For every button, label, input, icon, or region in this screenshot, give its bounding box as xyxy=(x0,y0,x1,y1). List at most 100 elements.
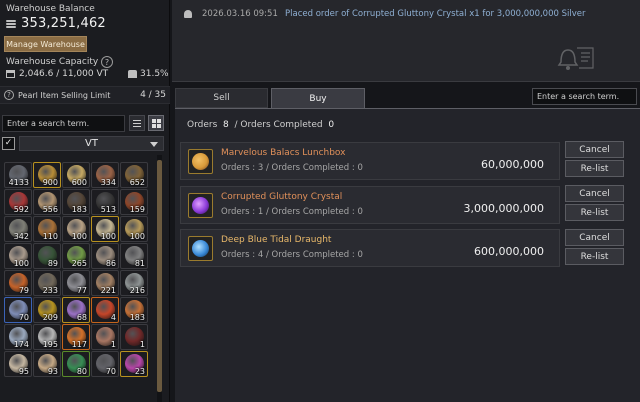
sort-dropdown[interactable]: VT xyxy=(19,135,164,151)
central-market-window: Warehouse Balance 353,251,462 Manage War… xyxy=(0,0,640,402)
item-count: 592 xyxy=(13,205,29,214)
inventory-slot[interactable]: 93 xyxy=(33,351,61,377)
inventory-slot[interactable]: 70 xyxy=(4,297,32,323)
lunchbox-icon xyxy=(192,153,209,170)
inventory-slot[interactable]: 334 xyxy=(91,162,119,188)
inventory-slot[interactable]: 4133 xyxy=(4,162,32,188)
item-count: 70 xyxy=(18,313,29,322)
order-item-name: Deep Blue Tidal Draught xyxy=(221,235,332,245)
order-row[interactable]: Corrupted Gluttony Crystal Orders : 1 / … xyxy=(180,186,560,224)
relist-button[interactable]: Re-list xyxy=(565,204,624,221)
item-count: 4133 xyxy=(8,178,29,187)
help-icon[interactable]: ? xyxy=(101,56,113,68)
order-price: 600,000,000 xyxy=(474,245,544,258)
inventory-slot[interactable]: 556 xyxy=(33,189,61,215)
warehouse-balance-label: Warehouse Balance xyxy=(6,4,95,14)
inventory-slot[interactable]: 86 xyxy=(91,243,119,269)
inventory-slot[interactable]: 23 xyxy=(120,351,148,377)
inventory-slot[interactable]: 110 xyxy=(33,216,61,242)
item-icon xyxy=(188,236,213,261)
inventory-slot[interactable]: 77 xyxy=(62,270,90,296)
item-icon xyxy=(188,149,213,174)
item-count: 70 xyxy=(105,367,116,376)
order-row[interactable]: Deep Blue Tidal Draught Orders : 4 / Ord… xyxy=(180,229,560,267)
item-count: 81 xyxy=(134,259,145,268)
notification-message: Placed order of Corrupted Gluttony Cryst… xyxy=(285,9,586,19)
inventory-slot[interactable]: 100 xyxy=(4,243,32,269)
inventory-scrollbar-thumb[interactable] xyxy=(157,160,162,392)
inventory-slot[interactable]: 79 xyxy=(4,270,32,296)
inventory-slot[interactable]: 1 xyxy=(120,324,148,350)
relist-button[interactable]: Re-list xyxy=(565,160,624,177)
inventory-slot[interactable]: 70 xyxy=(91,351,119,377)
inventory-slot[interactable]: 1 xyxy=(91,324,119,350)
inventory-slot[interactable]: 652 xyxy=(120,162,148,188)
pearl-limit-value: 4 / 35 xyxy=(140,90,166,100)
order-search-input[interactable]: Enter a search term. xyxy=(532,88,637,105)
inventory-slot[interactable]: 4 xyxy=(91,297,119,323)
item-search-input[interactable]: Enter a search term. xyxy=(2,115,125,132)
cancel-button[interactable]: Cancel xyxy=(565,229,624,246)
inventory-slot[interactable]: 159 xyxy=(120,189,148,215)
inventory-slot[interactable]: 174 xyxy=(4,324,32,350)
orders-completed-label: / Orders Completed xyxy=(234,120,323,130)
help-icon[interactable]: ? xyxy=(4,90,14,100)
inventory-slot[interactable]: 80 xyxy=(62,351,90,377)
cancel-button[interactable]: Cancel xyxy=(565,141,624,158)
notification-time: 2026.03.16 09:51 xyxy=(202,9,278,19)
item-count: 100 xyxy=(129,232,145,241)
sort-dropdown-value: VT xyxy=(85,137,98,149)
order-item-name: Marvelous Balacs Lunchbox xyxy=(221,148,346,158)
inventory-slot[interactable]: 209 xyxy=(33,297,61,323)
item-count: 195 xyxy=(42,340,58,349)
inventory-slot[interactable]: 195 xyxy=(33,324,61,350)
warehouse-capacity-value: 2,046.6 / 11,000 VT xyxy=(19,69,109,79)
manage-warehouse-button[interactable]: Manage Warehouse xyxy=(4,36,87,52)
inventory-slot[interactable]: 513 xyxy=(91,189,119,215)
grid-view-icon[interactable] xyxy=(148,115,164,131)
inventory-slot[interactable]: 900 xyxy=(33,162,61,188)
weight-percent: 31.5% xyxy=(140,69,169,79)
inventory-slot[interactable]: 68 xyxy=(62,297,90,323)
inventory-slot[interactable]: 81 xyxy=(120,243,148,269)
item-count: 68 xyxy=(76,313,87,322)
inventory-slot[interactable]: 221 xyxy=(91,270,119,296)
item-count: 93 xyxy=(47,367,58,376)
order-price: 3,000,000,000 xyxy=(463,202,544,215)
list-view-icon[interactable] xyxy=(129,115,145,131)
tab-buy[interactable]: Buy xyxy=(271,88,365,108)
inventory-slot[interactable]: 95 xyxy=(4,351,32,377)
item-count: 265 xyxy=(71,259,87,268)
potion-icon xyxy=(192,240,209,257)
inventory-slot[interactable]: 592 xyxy=(4,189,32,215)
order-row[interactable]: Marvelous Balacs Lunchbox Orders : 3 / O… xyxy=(180,142,560,180)
inventory-slot[interactable]: 342 xyxy=(4,216,32,242)
warehouse-panel: Warehouse Balance 353,251,462 Manage War… xyxy=(0,0,170,402)
inventory-slot[interactable]: 233 xyxy=(33,270,61,296)
tab-sell[interactable]: Sell xyxy=(175,88,268,108)
inventory-slot[interactable]: 100 xyxy=(91,216,119,242)
inventory-slot[interactable]: 600 xyxy=(62,162,90,188)
warehouse-capacity-row: 2,046.6 / 11,000 VT xyxy=(6,69,108,79)
inventory-grid: 4133 900 600 334 652 592 556 183 513 159 342 110 100… xyxy=(4,162,154,377)
weight-icon xyxy=(128,70,137,78)
item-count: 1 xyxy=(139,340,145,349)
inventory-slot[interactable]: 100 xyxy=(120,216,148,242)
item-count: 209 xyxy=(42,313,58,322)
inventory-slot[interactable]: 89 xyxy=(33,243,61,269)
inventory-slot[interactable]: 183 xyxy=(120,297,148,323)
inventory-slot[interactable]: 183 xyxy=(62,189,90,215)
inventory-slot[interactable]: 117 xyxy=(62,324,90,350)
item-count: 600 xyxy=(71,178,87,187)
item-count: 89 xyxy=(47,259,58,268)
relist-button[interactable]: Re-list xyxy=(565,248,624,265)
item-count: 334 xyxy=(100,178,116,187)
pearl-limit-label: Pearl Item Selling Limit xyxy=(18,90,111,100)
cancel-button[interactable]: Cancel xyxy=(565,185,624,202)
filter-checkbox[interactable]: ✓ xyxy=(2,136,15,150)
inventory-slot[interactable]: 100 xyxy=(62,216,90,242)
orders-count: 8 xyxy=(223,120,229,130)
inventory-slot[interactable]: 216 xyxy=(120,270,148,296)
inventory-slot[interactable]: 265 xyxy=(62,243,90,269)
warehouse-capacity-label: Warehouse Capacity xyxy=(6,57,99,67)
